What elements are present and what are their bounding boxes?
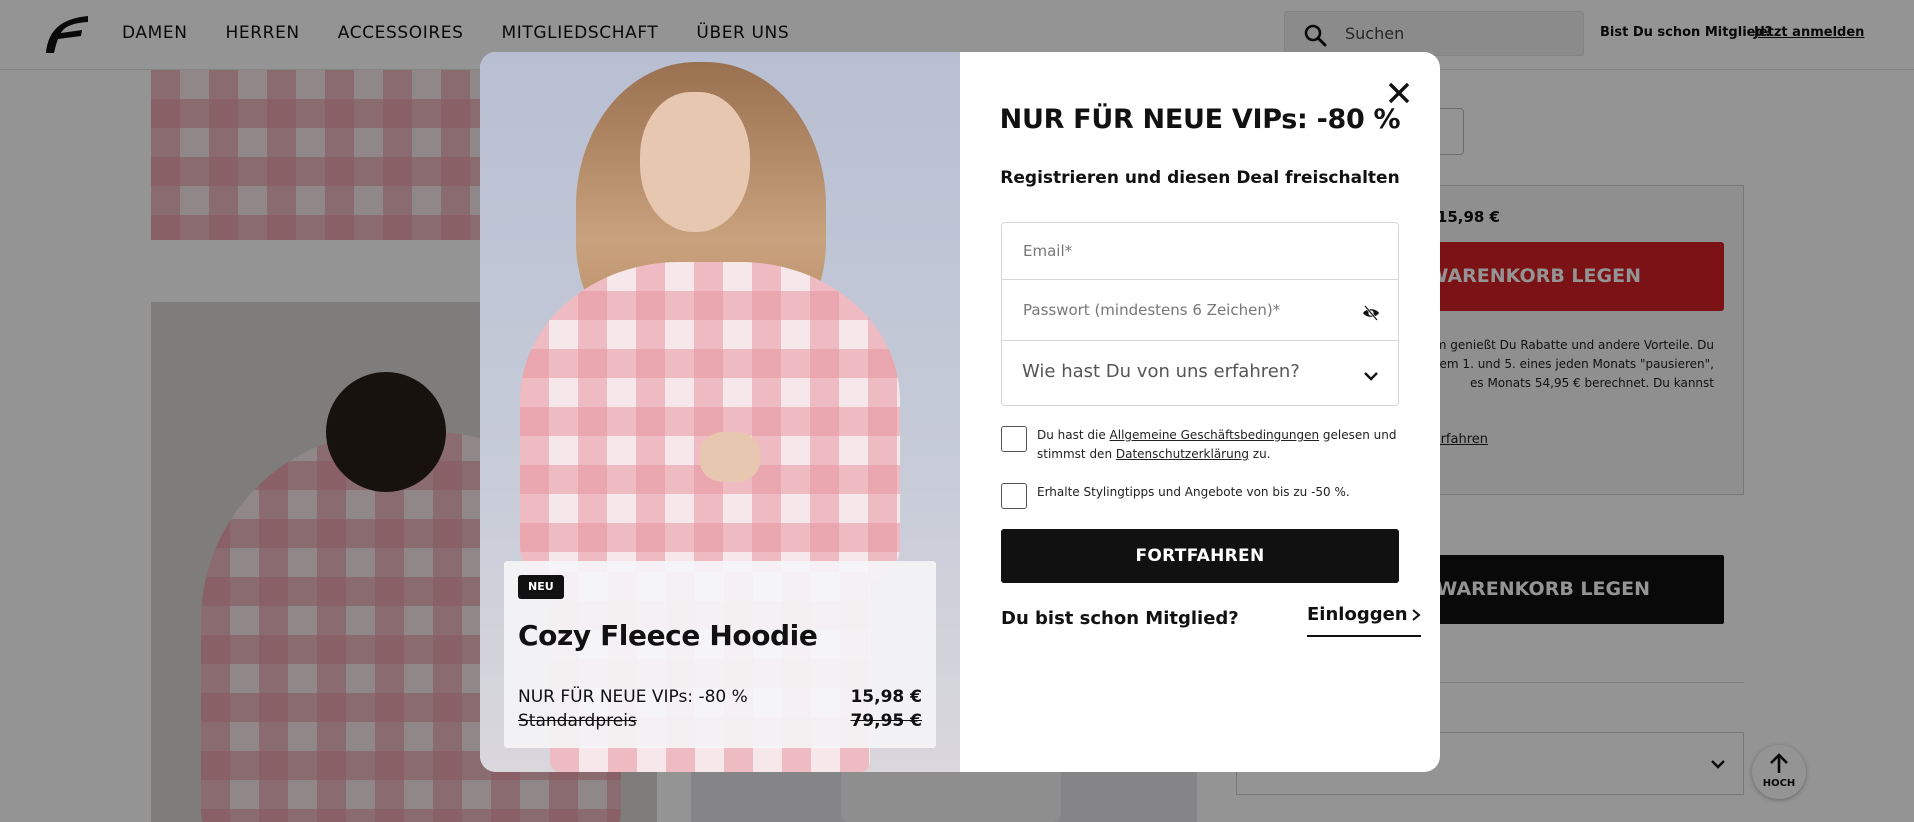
password-field-wrapper — [1002, 280, 1398, 341]
modal-subtitle: Registrieren und diesen Deal freischalte… — [1000, 168, 1400, 188]
eye-off-icon[interactable] — [1362, 304, 1380, 322]
privacy-link[interactable]: Datenschutzerklärung — [1116, 447, 1249, 461]
chevron-right-icon — [1411, 609, 1421, 621]
referral-select-value: Wie hast Du von uns erfahren? — [1022, 361, 1300, 382]
signup-form: NUR FÜR NEUE VIPs: -80 % Registrieren un… — [960, 52, 1440, 772]
standard-price-label: Standardpreis — [518, 711, 637, 731]
chevron-down-icon — [1364, 372, 1378, 381]
newsletter-text: Erhalte Stylingtipps und Angebote von bi… — [1037, 485, 1350, 499]
email-field[interactable] — [1002, 223, 1398, 279]
signup-modal: NEU Cozy Fleece Hoodie NUR FÜR NEUE VIPs… — [480, 52, 1440, 772]
model-hand — [700, 432, 760, 482]
standard-price: 79,95 € — [850, 711, 922, 731]
terms-text-part: Du hast die — [1037, 428, 1110, 442]
new-badge: NEU — [518, 575, 564, 599]
vip-price-label: NUR FÜR NEUE VIPs: -80 % — [518, 687, 748, 707]
model-photo: NEU Cozy Fleece Hoodie NUR FÜR NEUE VIPs… — [480, 52, 960, 772]
already-member-text: Du bist schon Mitglied? — [1001, 608, 1239, 629]
terms-text-part: zu. — [1248, 447, 1271, 461]
newsletter-checkbox[interactable] — [1001, 483, 1027, 509]
terms-text: Du hast die Allgemeine Geschäftsbedingun… — [1037, 426, 1407, 464]
model-face — [640, 92, 750, 232]
email-field-wrapper — [1002, 223, 1398, 280]
login-link[interactable]: Einloggen — [1307, 604, 1421, 637]
modal-title: NUR FÜR NEUE VIPs: -80 % — [999, 104, 1401, 135]
vip-price: 15,98 € — [850, 687, 922, 707]
form-fields: Wie hast Du von uns erfahren? — [1001, 222, 1399, 406]
login-link-label: Einloggen — [1307, 604, 1408, 625]
referral-select[interactable]: Wie hast Du von uns erfahren? — [1002, 341, 1398, 405]
continue-button[interactable]: FORTFAHREN — [1001, 529, 1399, 583]
hoodie — [520, 262, 900, 592]
product-name: Cozy Fleece Hoodie — [518, 619, 818, 652]
product-card: NEU Cozy Fleece Hoodie NUR FÜR NEUE VIPs… — [504, 561, 936, 748]
terms-checkbox[interactable] — [1001, 426, 1027, 452]
terms-link[interactable]: Allgemeine Geschäftsbedingungen — [1110, 428, 1320, 442]
password-field[interactable] — [1002, 280, 1398, 340]
